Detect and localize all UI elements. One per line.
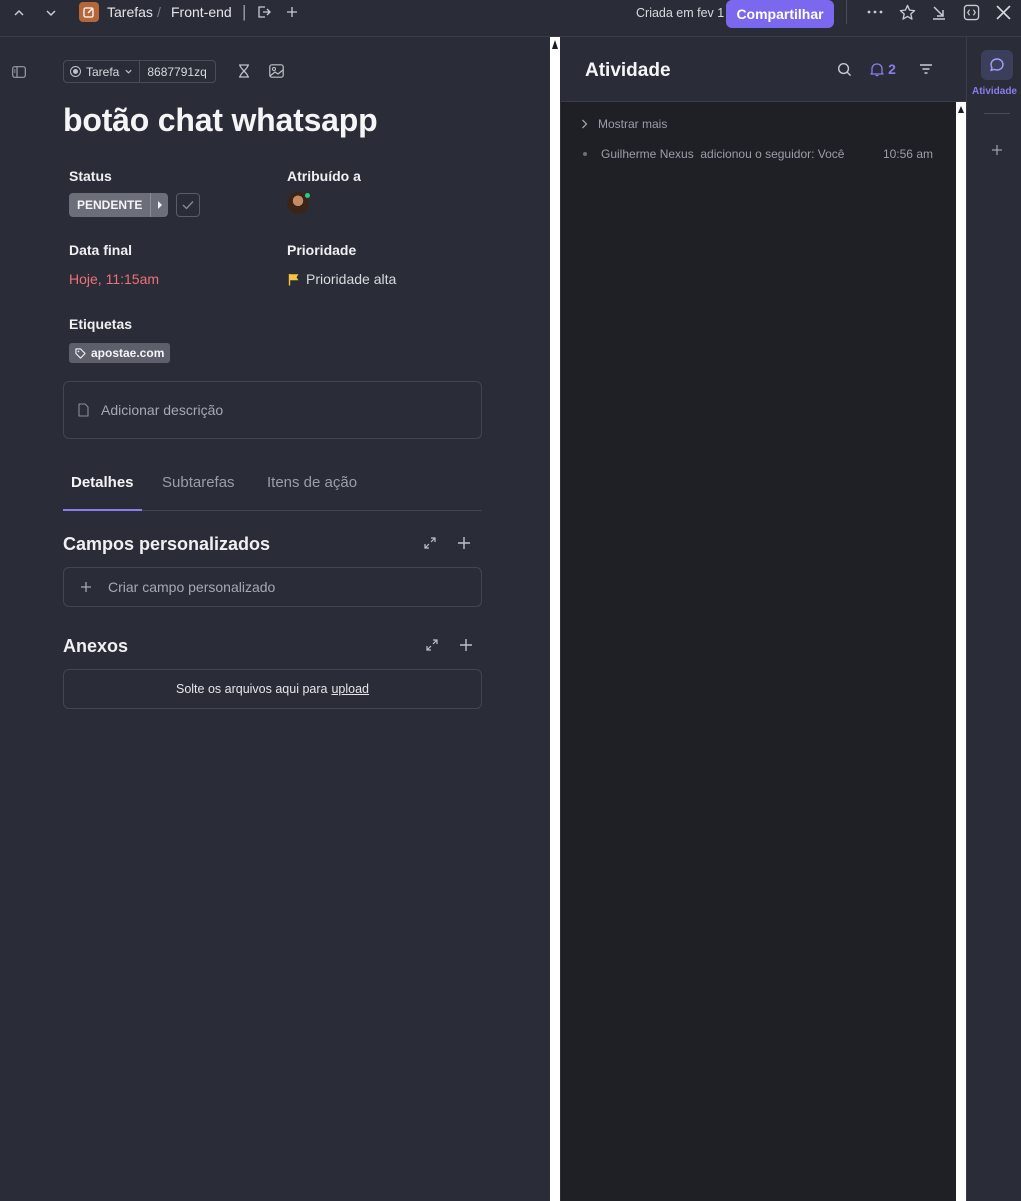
- document-icon: [78, 403, 89, 417]
- close-icon[interactable]: [993, 2, 1013, 22]
- task-type-dropdown[interactable]: Tarefa: [64, 61, 141, 82]
- expand-icon[interactable]: [421, 534, 439, 552]
- expand-icon[interactable]: [423, 636, 441, 654]
- task-title[interactable]: botão chat whatsapp: [63, 102, 378, 139]
- notifications-button[interactable]: 2: [867, 60, 899, 78]
- attachments-title: Anexos: [63, 636, 129, 656]
- flag-icon: [288, 273, 299, 285]
- add-plus-icon[interactable]: [284, 4, 300, 20]
- left-scrollbar[interactable]: [550, 37, 560, 1201]
- chat-bubble-icon: [990, 58, 1004, 72]
- task-type-label: Tarefa: [86, 64, 120, 79]
- add-custom-field-plus-icon[interactable]: [455, 534, 473, 552]
- filter-icon[interactable]: [917, 60, 935, 78]
- right-rail: Atividade: [966, 37, 1021, 1201]
- plus-icon: [81, 582, 91, 592]
- breadcrumb-pipe: |: [242, 2, 247, 21]
- bell-icon: [870, 62, 884, 76]
- active-tab-indicator: [63, 509, 142, 511]
- due-date-label: Data final: [69, 242, 133, 258]
- task-type-icon: [70, 66, 81, 77]
- drop-zone-text: Solte os arquivos aqui para: [175, 682, 328, 696]
- rail-divider: [984, 113, 1010, 114]
- upload-link[interactable]: upload: [331, 682, 369, 696]
- share-button[interactable]: Compartilhar: [726, 0, 834, 28]
- activity-header: Atividade 2: [561, 37, 966, 102]
- created-date: Criada em fev 1: [636, 6, 725, 20]
- assigned-label: Atribuído a: [287, 168, 361, 184]
- activity-rail-button[interactable]: [981, 50, 1013, 80]
- activity-scrollbar[interactable]: [956, 102, 966, 1201]
- description-placeholder: Adicionar descrição: [101, 402, 224, 418]
- task-id[interactable]: 8687791zq: [140, 65, 213, 79]
- move-out-icon[interactable]: [256, 4, 272, 20]
- activity-entry-text: Guilherme Nexus adicionou o seguidor: Vo…: [601, 147, 845, 161]
- create-custom-field-label: Criar campo personalizado: [108, 579, 276, 595]
- show-more-toggle[interactable]: Mostrar mais: [581, 117, 667, 131]
- priority-label: Prioridade: [287, 242, 357, 258]
- breadcrumb-list[interactable]: Front-end: [171, 4, 232, 20]
- status-value: PENDENTE: [77, 198, 143, 212]
- tab-subtasks[interactable]: Subtarefas: [162, 474, 235, 491]
- add-attachment-plus-icon[interactable]: [457, 636, 475, 654]
- activity-entry: Guilherme Nexus adicionou o seguidor: Vo…: [583, 147, 933, 161]
- star-icon[interactable]: [897, 2, 917, 22]
- task-type-selector[interactable]: Tarefa 8687791zq: [63, 60, 216, 83]
- minimize-arrow-icon[interactable]: [929, 2, 949, 22]
- tag-chip[interactable]: apostae.com: [69, 343, 171, 363]
- add-plus-icon[interactable]: [988, 141, 1006, 159]
- attachment-drop-zone[interactable]: Solte os arquivos aqui para upload: [63, 669, 482, 709]
- chevron-down-icon[interactable]: [43, 5, 59, 21]
- status-dropdown[interactable]: PENDENTE: [69, 193, 168, 217]
- create-custom-field-button[interactable]: Criar campo personalizado: [63, 567, 482, 607]
- task-detail-pane: Tarefa 8687791zq botão chat whatsapp Sta…: [0, 37, 550, 1201]
- breadcrumb-space[interactable]: Tarefas: [107, 4, 153, 20]
- check-icon: [182, 201, 194, 210]
- tag-label: apostae.com: [91, 346, 165, 360]
- chevron-right-icon: [582, 119, 588, 129]
- priority-text: Prioridade alta: [306, 271, 397, 287]
- priority-value[interactable]: Prioridade alta: [288, 271, 396, 287]
- hourglass-icon[interactable]: [236, 63, 252, 79]
- search-icon[interactable]: [835, 60, 853, 78]
- activity-pane: Atividade 2 Mostrar mais Guilherme Nexus…: [561, 37, 966, 1201]
- tags-label: Etiquetas: [69, 316, 133, 332]
- divider: [846, 0, 847, 24]
- status-label: Status: [69, 168, 112, 184]
- custom-fields-title: Campos personalizados: [63, 534, 271, 554]
- detail-tabs: Detalhes Subtarefas Itens de ação: [63, 465, 482, 511]
- chevron-right-icon[interactable]: [150, 193, 168, 217]
- bullet-dot: [583, 152, 587, 156]
- show-more-label: Mostrar mais: [598, 117, 668, 131]
- activity-rail-label[interactable]: Atividade: [967, 86, 1021, 97]
- due-date-value[interactable]: Hoje, 11:15am: [69, 271, 159, 287]
- breadcrumb-separator: /: [157, 4, 161, 20]
- tab-action-items[interactable]: Itens de ação: [267, 474, 357, 491]
- activity-entry-time: 10:56 am: [882, 147, 933, 161]
- online-status-dot: [304, 192, 311, 199]
- ellipsis-icon[interactable]: [866, 4, 884, 20]
- top-bar: Tarefas / Front-end | Criada em fev 1 Co…: [0, 0, 1021, 37]
- tag-icon: [75, 347, 86, 359]
- notification-count: 2: [888, 61, 896, 77]
- chevron-down-icon: [125, 69, 132, 74]
- activity-title: Atividade: [585, 60, 671, 81]
- image-icon[interactable]: [268, 63, 284, 79]
- tab-details[interactable]: Detalhes: [71, 474, 134, 491]
- edit-square-icon[interactable]: [79, 2, 99, 22]
- split-view-icon[interactable]: [961, 2, 981, 22]
- description-field[interactable]: Adicionar descrição: [63, 381, 482, 439]
- sidebar-toggle-icon[interactable]: [11, 64, 27, 80]
- complete-checkmark-button[interactable]: [176, 193, 200, 217]
- chevron-up-icon[interactable]: [11, 5, 27, 21]
